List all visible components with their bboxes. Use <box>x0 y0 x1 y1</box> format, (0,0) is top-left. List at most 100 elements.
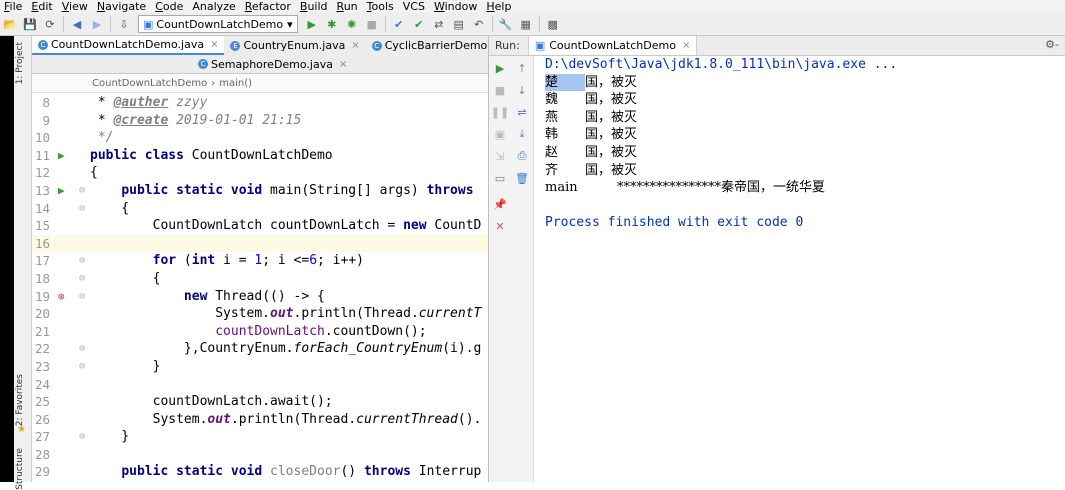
menu-item[interactable]: View <box>58 0 93 13</box>
console-text: D:\devSoft\Java\jdk1.8.0_111\bin\java.ex… <box>545 57 898 72</box>
dump-threads-icon[interactable]: ▣ <box>492 126 508 142</box>
fold-icon[interactable]: ⊖ <box>79 252 85 270</box>
menu-label: dit <box>38 0 53 13</box>
console-line: D:\devSoft\Java\jdk1.8.0_111\bin\java.ex… <box>545 56 1055 74</box>
revert-icon[interactable]: ↶ <box>471 16 487 32</box>
menu-item[interactable]: Analyze <box>188 0 240 13</box>
fold-icon[interactable]: ⊖ <box>79 340 85 358</box>
fold-icon[interactable]: ⊖ <box>79 200 85 218</box>
breadcrumb-item[interactable]: main() <box>219 78 252 89</box>
run-icon[interactable]: ▶ <box>304 16 320 32</box>
pause-icon[interactable]: ❚❚ <box>491 104 509 120</box>
close-icon[interactable]: × <box>210 39 218 50</box>
menu-item[interactable]: Run <box>333 0 363 13</box>
scroll-down-icon[interactable]: ↓ <box>514 82 530 98</box>
build-icon[interactable]: ⇩ <box>116 16 132 32</box>
print-icon[interactable]: ⎙ <box>514 148 530 164</box>
menu-item[interactable]: Tools <box>363 0 399 13</box>
line-number: 17 <box>34 253 50 269</box>
forward-icon[interactable]: ▶ <box>89 16 105 32</box>
back-icon[interactable]: ◀ <box>69 16 85 32</box>
menu-item[interactable]: Navigate <box>93 0 151 13</box>
code-text: } <box>90 429 130 445</box>
close-icon[interactable]: × <box>351 40 359 51</box>
fold-icon[interactable]: ⊖ <box>79 182 85 200</box>
open-folder-icon[interactable]: 📂 <box>2 16 18 32</box>
editor-tab[interactable]: CCyclicBarrierDemo.java× <box>366 36 488 55</box>
menu-item[interactable]: Help <box>482 0 516 13</box>
menu-label: uild <box>307 0 328 13</box>
vcs-history-icon[interactable]: ▤ <box>451 16 467 32</box>
menu-item[interactable]: Edit <box>27 0 57 13</box>
layout-icon[interactable]: ▭ <box>492 170 508 186</box>
run-gutter-icon[interactable]: ▶ <box>58 182 68 200</box>
line-number: 29 <box>34 464 50 480</box>
close-icon[interactable]: × <box>339 59 347 70</box>
editor-tab[interactable]: C SemaphoreDemo.java × <box>192 55 353 73</box>
java-class-icon: C <box>38 39 48 50</box>
main-toolbar: 📂 💾 ⟳ ◀ ▶ ⇩ ▣ CountDownLatchDemo ▾ ▶ ✱ ✺… <box>0 13 1065 36</box>
menu-label: efactor <box>251 0 291 13</box>
run-tab[interactable]: ▣ CountDownLatchDemo × <box>527 36 698 55</box>
fold-icon[interactable]: ⊖ <box>79 270 85 288</box>
scroll-to-end-icon[interactable]: ⤓ <box>514 126 530 142</box>
trash-icon[interactable]: 🗑 <box>514 170 530 186</box>
close-icon[interactable]: ✕ <box>492 218 508 234</box>
breadcrumb-item[interactable]: CountDownLatchDemo <box>92 78 207 89</box>
project-structure-icon[interactable]: ▦ <box>518 16 534 32</box>
override-gutter-icon[interactable]: ⊛ <box>58 288 68 306</box>
sdk-icon[interactable]: ▩ <box>545 16 561 32</box>
console-output[interactable]: D:\devSoft\Java\jdk1.8.0_111\bin\java.ex… <box>545 56 1055 482</box>
close-icon[interactable]: × <box>682 40 690 51</box>
run-tab-label: CountDownLatchDemo <box>549 39 676 52</box>
stop-icon[interactable]: ■ <box>364 16 380 32</box>
line-number: 23 <box>34 358 50 374</box>
scroll-up-icon[interactable]: ↑ <box>514 60 530 76</box>
settings-wrench-icon[interactable]: 🔧 <box>498 16 514 32</box>
pin-icon[interactable]: 📌 <box>492 196 508 212</box>
stop-icon[interactable]: ■ <box>492 82 508 98</box>
fold-icon[interactable]: ⊖ <box>79 358 85 376</box>
menu-label: indow <box>444 0 478 13</box>
sync-icon[interactable]: ⟳ <box>42 16 58 32</box>
run-gutter-icon[interactable]: ▶ <box>58 147 68 165</box>
menu-item[interactable]: File <box>0 0 27 13</box>
run-configuration-select[interactable]: ▣ CountDownLatchDemo ▾ <box>138 15 298 33</box>
code-line: 21 countDownLatch.countDown(); <box>32 323 488 341</box>
java-class-icon: C <box>371 40 382 51</box>
menu-mnemonic: V <box>61 0 70 13</box>
vcs-update-icon[interactable]: ✔ <box>391 16 407 32</box>
menu-item[interactable]: VCS <box>399 0 430 13</box>
code-text: CountDownLatch countDownLatch = new Coun… <box>90 218 482 234</box>
vcs-compare-icon[interactable]: ⇄ <box>431 16 447 32</box>
structure-tool-button[interactable]: Structure <box>15 448 25 490</box>
toolbar-separator <box>491 16 493 32</box>
editor-tab[interactable]: C CountDownLatchDemo.java × <box>32 36 225 55</box>
favorites-tool-button[interactable]: 2: Favorites <box>15 374 25 426</box>
editor-tab[interactable]: E CountryEnum.java × <box>224 36 365 55</box>
coverage-icon[interactable]: ✺ <box>344 16 360 32</box>
soft-wrap-icon[interactable]: ⇌ <box>514 104 530 120</box>
project-tool-button[interactable]: 1: Project <box>15 42 25 84</box>
line-number: 16 <box>34 235 50 251</box>
line-number: 19 <box>34 288 50 304</box>
line-number: 12 <box>34 165 50 181</box>
debug-icon[interactable]: ✱ <box>324 16 340 32</box>
menu-item[interactable]: Window <box>430 0 482 13</box>
fold-icon[interactable]: ⊖ <box>79 428 85 446</box>
console-message: 国，被灭 <box>585 162 638 178</box>
exit-icon[interactable]: ⇲ <box>492 148 508 164</box>
rerun-icon[interactable]: ▶ <box>492 60 508 76</box>
menu-label: ode <box>162 0 184 13</box>
gear-icon[interactable]: ⚙‑ <box>1045 38 1059 51</box>
menu-item[interactable]: Build <box>296 0 333 13</box>
editor-tab-label: CountryEnum.java <box>243 39 346 52</box>
fold-icon[interactable]: ⊖ <box>79 288 85 306</box>
menu-item[interactable]: Refactor <box>241 0 296 13</box>
code-area[interactable]: 8 * @auther zzyy 9 * @create 2019-01-01 2… <box>32 94 488 482</box>
vcs-commit-icon[interactable]: ✔ <box>411 16 427 32</box>
menu-item[interactable]: Code <box>151 0 188 13</box>
code-line: 18 ⊖ { <box>32 270 488 288</box>
code-line: 12 { <box>32 164 488 182</box>
save-icon[interactable]: 💾 <box>22 16 38 32</box>
